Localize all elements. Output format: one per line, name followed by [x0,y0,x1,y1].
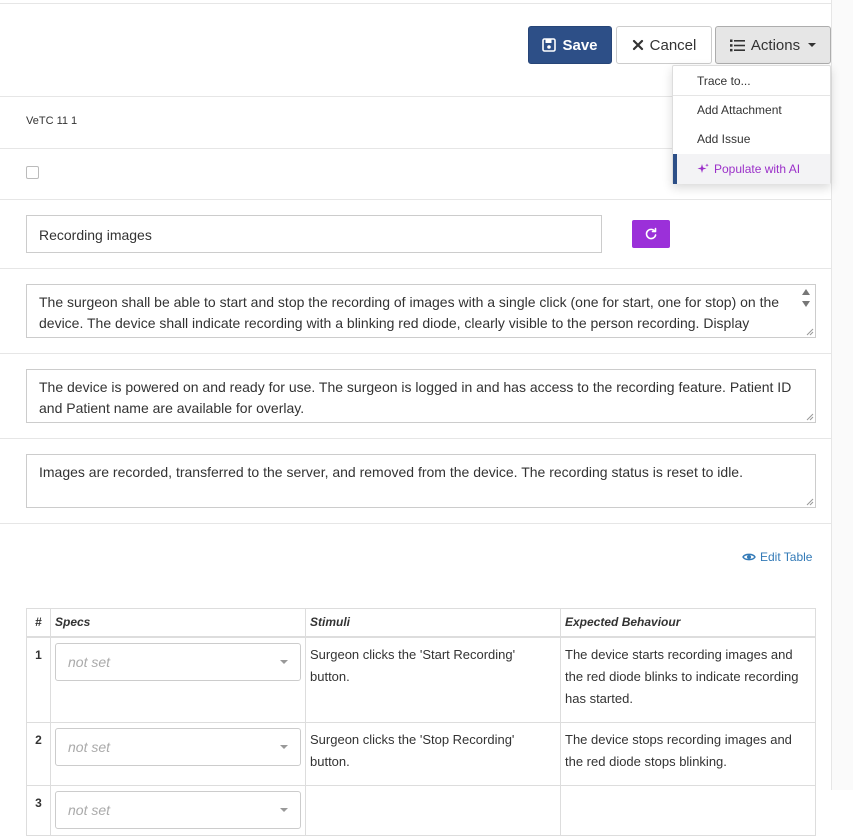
chevron-down-icon [280,808,288,812]
specs-cell: not set [50,636,306,723]
specs-placeholder: not set [68,653,111,670]
close-icon [632,39,643,51]
expected-cell[interactable]: The device stops recording images and th… [560,722,816,786]
resize-handle-icon[interactable] [805,497,814,506]
table-header-row: # Specs Stimuli Expected Behaviour [26,608,816,638]
preconditions-textarea[interactable]: The device is powered on and ready for u… [26,369,816,423]
chevron-down-icon [280,745,288,749]
chevron-down-icon [808,43,817,47]
step-number: 2 [26,722,51,786]
chevron-down-icon [280,659,288,664]
specs-select[interactable]: not set [55,728,301,766]
ai-generate-button[interactable] [632,220,670,248]
actions-dropdown-menu: Trace to... Add Attachment Add Issue Pop… [672,65,831,184]
save-label: Save [562,36,598,54]
refresh-icon [645,227,657,240]
row-divider [0,523,831,524]
row-divider [0,438,831,439]
actions-label: Actions [750,36,801,54]
row-divider [0,268,831,269]
description-textarea[interactable]: The surgeon shall be able to start and s… [26,284,816,338]
preconditions-text: The device is powered on and ready for u… [39,379,792,416]
list-icon [729,39,745,51]
sparkle-icon [697,163,709,173]
populate-ai-label: Populate with AI [714,162,801,176]
cancel-button[interactable]: Cancel [616,26,712,64]
page-scrollbar[interactable] [832,0,853,790]
postconditions-text: Images are recorded, transferred to the … [39,464,743,480]
edit-table-label: Edit Table [760,550,813,564]
stimuli-cell[interactable]: Surgeon clicks the 'Stop Recording' butt… [305,722,561,786]
floppy-disk-icon [542,38,557,52]
specs-placeholder: not set [68,739,111,755]
column-header-number: # [26,608,51,638]
actions-button[interactable]: Actions [715,26,831,64]
title-input[interactable]: Recording images [26,215,602,253]
step-number: 1 [26,636,51,723]
cancel-label: Cancel [649,36,697,54]
scroll-up-icon[interactable] [802,289,810,295]
steps-table: # Specs Stimuli Expected Behaviour 1 not… [26,608,816,836]
stimuli-cell[interactable] [305,785,561,836]
column-header-stimuli: Stimuli [305,608,561,638]
menu-item-add-attachment[interactable]: Add Attachment [673,98,830,122]
row-divider [0,353,831,354]
eye-icon [742,553,756,561]
table-row: 2 not set Surgeon clicks the 'Stop Recor… [26,722,816,786]
table-row: 1 not set Surgeon clicks the 'Start Reco… [26,636,816,723]
scroll-down-icon[interactable] [802,301,810,307]
record-checkbox[interactable] [26,166,39,179]
textarea-scrollbar[interactable] [801,289,811,319]
specs-cell: not set [50,785,306,836]
menu-item-add-issue[interactable]: Add Issue [673,127,830,151]
specs-select[interactable]: not set [55,791,301,829]
specs-cell: not set [50,722,306,786]
record-id: VeTC 11 1 [26,115,78,127]
expected-cell[interactable] [560,785,816,836]
top-divider [0,3,831,4]
specs-select[interactable]: not set [55,642,301,681]
description-text: The surgeon shall be able to start and s… [39,294,780,337]
stimuli-cell[interactable]: Surgeon clicks the 'Start Recording' but… [305,636,561,723]
resize-handle-icon[interactable] [805,327,814,336]
menu-item-populate-with-ai[interactable]: Populate with AI [673,154,830,184]
menu-item-trace-to[interactable]: Trace to... [673,69,830,93]
resize-handle-icon[interactable] [805,412,814,421]
column-header-expected: Expected Behaviour [560,608,816,638]
menu-divider [673,95,830,96]
column-header-specs: Specs [50,608,306,638]
specs-placeholder: not set [68,802,111,818]
step-number: 3 [26,785,51,836]
edit-table-link[interactable]: Edit Table [742,550,812,564]
row-divider [0,199,831,200]
table-row: 3 not set [26,785,816,836]
save-button[interactable]: Save [528,26,612,64]
postconditions-textarea[interactable]: Images are recorded, transferred to the … [26,454,816,508]
expected-cell[interactable]: The device starts recording images and t… [560,636,816,723]
